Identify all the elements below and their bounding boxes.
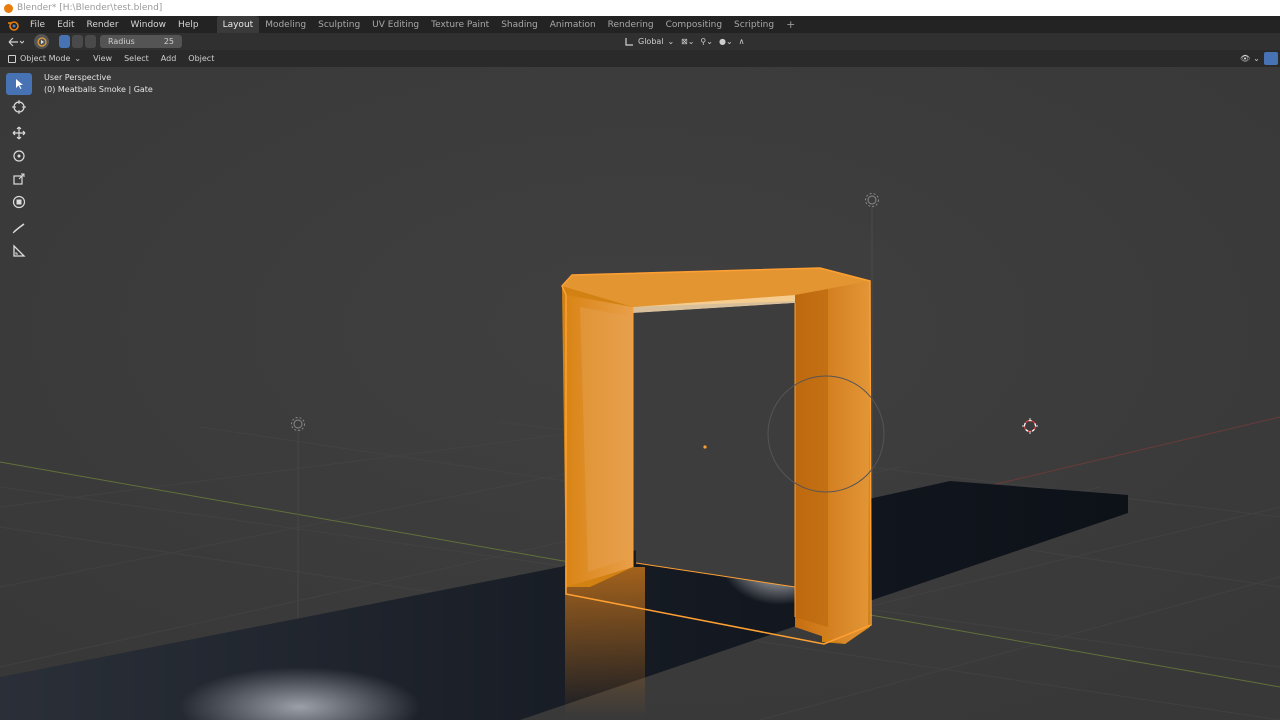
tool-measure[interactable]: [6, 240, 32, 262]
menu-edit[interactable]: Edit: [51, 20, 80, 30]
tab-modeling[interactable]: Modeling: [259, 16, 312, 33]
tool-annotate[interactable]: [6, 217, 32, 239]
top-menu-bar: File Edit Render Window Help Layout Mode…: [0, 16, 1280, 33]
pivot-point-icon[interactable]: ⊠⌄: [681, 37, 694, 46]
chevron-down-icon: ⌄: [667, 37, 675, 46]
collection-info-label: (0) Meatballs Smoke | Gate: [44, 85, 153, 94]
annotate-icon: [12, 223, 25, 234]
active-tool-icon[interactable]: [34, 34, 49, 49]
scene-render: [0, 67, 1280, 720]
menu-view[interactable]: View: [93, 54, 112, 63]
tool-transform[interactable]: [6, 191, 32, 213]
chevron-down-icon: ⌄: [74, 54, 82, 63]
chevron-down-icon: ⌄: [1253, 54, 1260, 63]
tab-texture-paint[interactable]: Texture Paint: [425, 16, 495, 33]
snapping-controls: ⊠⌄ ⚲⌄ ●⌄ ∧: [681, 37, 745, 46]
tab-uv-editing[interactable]: UV Editing: [366, 16, 425, 33]
radius-label: Radius: [108, 37, 135, 46]
select-box-icon: [16, 79, 23, 89]
tab-compositing[interactable]: Compositing: [660, 16, 728, 33]
blender-menu-icon[interactable]: [6, 18, 20, 32]
tab-animation[interactable]: Animation: [544, 16, 602, 33]
menu-select[interactable]: Select: [124, 54, 149, 63]
gate-reflection: [565, 567, 645, 717]
tab-layout[interactable]: Layout: [216, 16, 260, 33]
orientation-label: Global: [638, 37, 664, 46]
add-workspace-button[interactable]: +: [780, 18, 801, 31]
radius-field[interactable]: Radius 25: [100, 35, 182, 48]
orientation-axes-icon: [625, 37, 633, 46]
selection-mode-group: [59, 35, 96, 48]
tool-select-box[interactable]: [6, 73, 32, 95]
menu-window[interactable]: Window: [125, 20, 173, 30]
object-mode-icon: [8, 54, 16, 63]
scale-icon: [13, 173, 25, 185]
overlay-toggle-button[interactable]: [1264, 52, 1278, 65]
radius-value: 25: [163, 37, 174, 46]
gizmo-toggle[interactable]: 👁 ⌄: [1240, 54, 1260, 63]
tab-scripting[interactable]: Scripting: [728, 16, 780, 33]
move-icon: [12, 126, 26, 140]
rotate-icon: [13, 150, 25, 162]
object-origin-dot: [703, 445, 707, 449]
tab-sculpting[interactable]: Sculpting: [312, 16, 366, 33]
tool-move[interactable]: [6, 122, 32, 144]
cursor-icon: [12, 100, 26, 114]
object-mode-label: Object Mode: [20, 54, 71, 63]
transform-icon: [12, 195, 26, 209]
menu-object[interactable]: Object: [188, 54, 214, 63]
3d-viewport[interactable]: User Perspective (0) Meatballs Smoke | G…: [0, 67, 1280, 720]
view-name-label: User Perspective: [44, 73, 112, 82]
tool-scale[interactable]: [6, 168, 32, 190]
object-mode-dropdown[interactable]: Object Mode ⌄: [8, 54, 81, 63]
snap-icon[interactable]: ⚲⌄: [700, 37, 713, 46]
tab-shading[interactable]: Shading: [495, 16, 544, 33]
title-bar: Blender* [H:\Blender\test.blend]: [0, 0, 1280, 16]
tool-rotate[interactable]: [6, 145, 32, 167]
tab-rendering[interactable]: Rendering: [602, 16, 660, 33]
viewport-header: Object Mode ⌄ View Select Add Object 👁 ⌄: [0, 50, 1280, 67]
mode-extend-icon[interactable]: [72, 35, 83, 48]
blender-logo-icon: [4, 3, 13, 13]
mode-subtract-icon[interactable]: [85, 35, 96, 48]
mode-set-icon[interactable]: [59, 35, 70, 48]
falloff-icon[interactable]: ∧: [739, 37, 745, 46]
menu-render[interactable]: Render: [81, 20, 125, 30]
tool-shelf: [6, 73, 32, 263]
proportional-edit-icon[interactable]: ●⌄: [719, 37, 733, 46]
menu-help[interactable]: Help: [172, 20, 205, 30]
transform-orientation[interactable]: Global ⌄: [624, 37, 674, 47]
tool-settings-header: Radius 25 Global ⌄ ⊠⌄ ⚲⌄ ●⌄ ∧: [0, 33, 1280, 50]
measure-icon: [13, 244, 26, 257]
gizmo-icon: 👁: [1240, 54, 1251, 63]
menu-file[interactable]: File: [24, 20, 51, 30]
menu-add[interactable]: Add: [161, 54, 177, 63]
window-title: Blender* [H:\Blender\test.blend]: [17, 3, 163, 13]
tool-cursor[interactable]: [6, 96, 32, 118]
editor-type-icon[interactable]: [8, 37, 24, 47]
